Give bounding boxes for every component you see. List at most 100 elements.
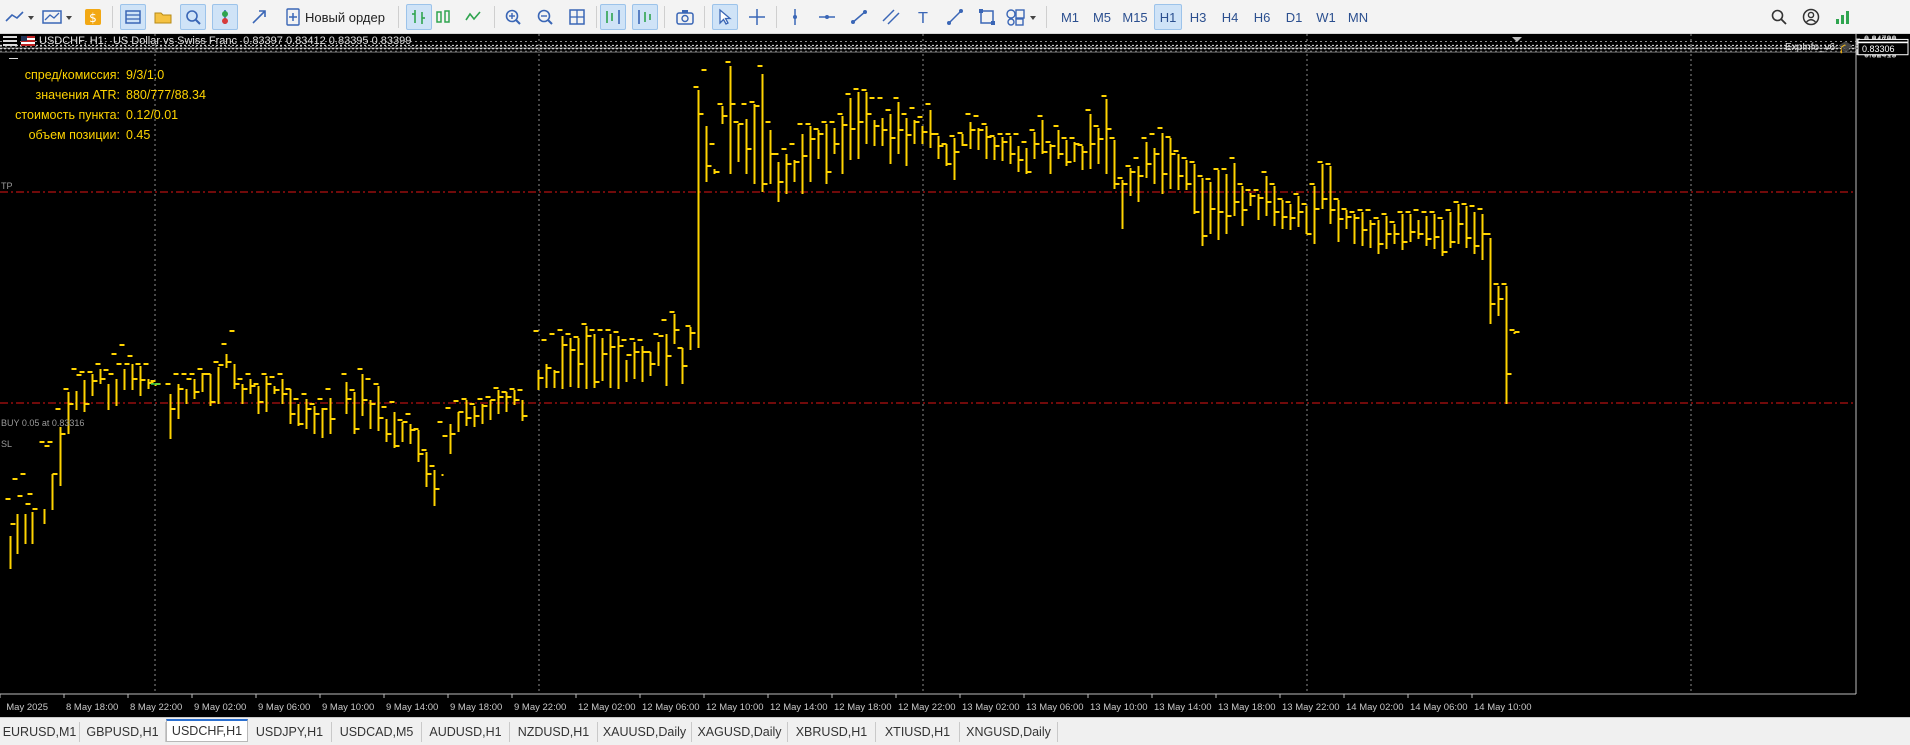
info-label: объем позиции: <box>28 128 120 142</box>
dollar-icon[interactable]: $ <box>80 4 106 30</box>
time-tick-label: 13 May 10:00 <box>1090 702 1148 713</box>
line-chart-icon[interactable] <box>460 4 486 30</box>
us-flag-icon <box>21 36 35 46</box>
tab-nzdusd-h1[interactable]: NZDUSD,H1 <box>510 722 598 742</box>
timeframe-h3[interactable]: H3 <box>1184 4 1212 30</box>
tab-xtiusd-h1[interactable]: XTIUSD,H1 <box>876 722 960 742</box>
zoom-out-icon[interactable] <box>532 4 558 30</box>
timeframe-h1[interactable]: H1 <box>1154 4 1182 30</box>
cursor-icon[interactable] <box>712 4 738 30</box>
shapes-dropdown-icon[interactable] <box>1004 4 1040 30</box>
info-value: 0.12/0.01 <box>126 108 179 122</box>
chart-type-line-icon[interactable] <box>2 4 36 30</box>
time-tick-label: 8 May 18:00 <box>66 702 118 713</box>
time-tick-label: 8 May 22:00 <box>130 702 182 713</box>
signal-level-icon[interactable] <box>1830 4 1856 30</box>
time-tick-label: 14 May 06:00 <box>1410 702 1468 713</box>
info-value: 0.45 <box>126 128 151 142</box>
timeframe-m5[interactable]: M5 <box>1088 4 1116 30</box>
tab-xagusd-daily[interactable]: XAGUSD,Daily <box>692 722 788 742</box>
info-row-point-cost: стоимость пункта: 0.12/0.01 <box>0 108 420 124</box>
timeframe-mn[interactable]: MN <box>1342 4 1374 30</box>
time-tick-label: 9 May 22:00 <box>514 702 566 713</box>
tab-usdjpy-h1[interactable]: USDJPY,H1 <box>248 722 332 742</box>
timeframe-w1[interactable]: W1 <box>1312 4 1340 30</box>
text-tool-icon[interactable]: T <box>910 4 936 30</box>
price-chart[interactable]: 0.847900.846650.845400.844150.842900.841… <box>0 34 1910 717</box>
chart-tabs-bar: EURUSD,M1 GBPUSD,H1 USDCHF,H1 USDJPY,H1 … <box>0 717 1910 745</box>
auto-scroll-chart-icon[interactable] <box>632 4 658 30</box>
market-watch-icon[interactable] <box>120 4 146 30</box>
time-tick-label: 12 May 06:00 <box>642 702 700 713</box>
time-tick-label: 12 May 18:00 <box>834 702 892 713</box>
menu-icon[interactable] <box>3 36 17 46</box>
symbol-header: USDCHF, H1: US Dollar vs Swiss Franc 0.8… <box>39 35 412 47</box>
account-icon[interactable] <box>1798 4 1824 30</box>
timeframe-m1[interactable]: M1 <box>1056 4 1084 30</box>
graduation-cap-icon: 🎓 <box>1838 40 1853 54</box>
time-tick-label: 12 May 22:00 <box>898 702 956 713</box>
time-tick-label: 9 May 02:00 <box>194 702 246 713</box>
buy-order-label: BUY 0.05 at 0.83316 <box>1 418 85 428</box>
svg-text:T: T <box>917 9 928 26</box>
autoscroll-icon[interactable] <box>246 4 272 30</box>
info-value: 880/777/88.34 <box>126 88 206 102</box>
new-order-button[interactable]: Новый ордер <box>282 4 389 30</box>
time-tick-label: 13 May 22:00 <box>1282 702 1340 713</box>
tab-usdcad-m5[interactable]: USDCAD,M5 <box>332 722 422 742</box>
info-label: стоимость пункта: <box>15 108 120 122</box>
tab-xauusd-daily[interactable]: XAUUSD,Daily <box>598 722 692 742</box>
channel-icon[interactable] <box>878 4 904 30</box>
tile-windows-icon[interactable] <box>564 4 590 30</box>
new-order-icon <box>286 8 300 26</box>
search-icon[interactable] <box>1766 4 1792 30</box>
crosshair-zoom-icon[interactable] <box>180 4 206 30</box>
tp-label: TP <box>1 181 13 191</box>
info-row-spread: спред/комиссия: 9/3/1.0 <box>0 68 420 84</box>
time-tick-label: 12 May 02:00 <box>578 702 636 713</box>
chart-shift-icon[interactable] <box>600 4 626 30</box>
price-axis-panel <box>1856 34 1910 717</box>
tab-gbpusd-h1[interactable]: GBPUSD,H1 <box>80 722 166 742</box>
minimize-dash[interactable] <box>9 58 18 59</box>
price-marker-label: 0.83306 <box>1862 44 1895 54</box>
main-toolbar: $ Новый ордер T M1 M5 M15 H1 H3 H4 H6 D1… <box>0 0 1910 34</box>
time-tick-label: 9 May 06:00 <box>258 702 310 713</box>
trendline-icon[interactable] <box>846 4 872 30</box>
info-row-atr: значения ATR: 880/777/88.34 <box>0 88 420 104</box>
time-tick-label: 14 May 10:00 <box>1474 702 1532 713</box>
screenshot-icon[interactable] <box>672 4 698 30</box>
tab-eurusd-m1[interactable]: EURUSD,M1 <box>0 722 80 742</box>
zoom-in-icon[interactable] <box>500 4 526 30</box>
horizontal-line-icon[interactable] <box>814 4 840 30</box>
rectangle-icon[interactable] <box>974 4 1000 30</box>
chart-templates-icon[interactable] <box>40 4 76 30</box>
vertical-line-icon[interactable] <box>782 4 808 30</box>
timeframe-h6[interactable]: H6 <box>1248 4 1276 30</box>
tab-xbrusd-h1[interactable]: XBRUSD,H1 <box>788 722 876 742</box>
time-tick-label: 9 May 14:00 <box>386 702 438 713</box>
timeframe-m15[interactable]: M15 <box>1118 4 1152 30</box>
trade-signals-icon[interactable] <box>212 4 238 30</box>
new-order-label: Новый ордер <box>305 9 385 25</box>
candlestick-icon[interactable] <box>430 4 456 30</box>
folder-icon[interactable] <box>150 4 176 30</box>
time-tick-label: 12 May 14:00 <box>770 702 828 713</box>
time-tick-label: 13 May 06:00 <box>1026 702 1084 713</box>
info-row-volume: объем позиции: 0.45 <box>0 128 420 144</box>
crosshair-icon[interactable] <box>744 4 770 30</box>
tab-usdchf-h1[interactable]: USDCHF,H1 <box>166 719 248 742</box>
time-tick-label: 13 May 02:00 <box>962 702 1020 713</box>
bar-chart-icon[interactable] <box>406 4 432 30</box>
indicator-label: ExpInfo_v6 <box>1785 41 1836 53</box>
timeframe-d1[interactable]: D1 <box>1280 4 1308 30</box>
sl-label: SL <box>1 439 13 449</box>
fibo-icon[interactable] <box>942 4 968 30</box>
tab-audusd-h1[interactable]: AUDUSD,H1 <box>422 722 510 742</box>
time-tick-label: 13 May 14:00 <box>1154 702 1212 713</box>
svg-text:$: $ <box>89 11 97 25</box>
indicator-badge: ExpInfo_v6 🎓 <box>1785 40 1853 54</box>
tab-xngusd-daily[interactable]: XNGUSD,Daily <box>960 722 1058 742</box>
timeframe-h4[interactable]: H4 <box>1216 4 1244 30</box>
time-tick-label: 9 May 18:00 <box>450 702 502 713</box>
